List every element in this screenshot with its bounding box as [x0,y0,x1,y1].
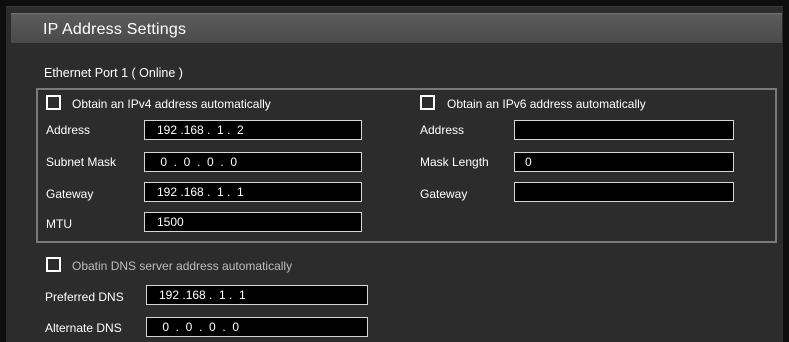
ipv6-auto-checkbox[interactable] [420,95,435,110]
mtu-field[interactable]: 1500 [144,212,362,232]
dns-auto-checkbox[interactable] [46,257,61,272]
ipv6-auto-label: Obtain an IPv6 address automatically [447,97,646,111]
ipv4-auto-checkbox[interactable] [46,95,61,110]
section-title: Ethernet Port 1 ( Online ) [44,66,183,80]
ipv6-gateway-field[interactable] [514,182,734,202]
ipv4-address-label: Address [46,123,91,137]
subnet-mask-label: Subnet Mask [46,155,117,169]
ipv6-address-label: Address [420,123,465,137]
mtu-label: MTU [46,217,72,231]
dns-auto-label: Obatin DNS server address automatically [72,259,293,273]
ipv4-gateway-label: Gateway [46,187,94,201]
mask-length-label: Mask Length [420,155,489,169]
subnet-mask-field[interactable]: 0 . 0 . 0 . 0 [144,152,362,172]
ipv4-auto-label: Obtain an IPv4 address automatically [72,97,271,111]
mask-length-field[interactable]: 0 [514,152,734,172]
preferred-dns-field[interactable]: 192 .168 . 1 . 1 [146,285,368,305]
ipv4-address-field[interactable]: 192 .168 . 1 . 2 [144,120,362,140]
ipv6-gateway-label: Gateway [420,187,468,201]
ipv4-gateway-field[interactable]: 192 .168 . 1 . 1 [144,182,362,202]
alternate-dns-label: Alternate DNS [45,321,122,335]
preferred-dns-label: Preferred DNS [45,290,124,304]
alternate-dns-field[interactable]: 0 . 0 . 0 . 0 [146,317,368,337]
ipv6-address-field[interactable] [514,120,734,140]
page-title: IP Address Settings [43,21,187,38]
title-bar: IP Address Settings [11,13,782,44]
